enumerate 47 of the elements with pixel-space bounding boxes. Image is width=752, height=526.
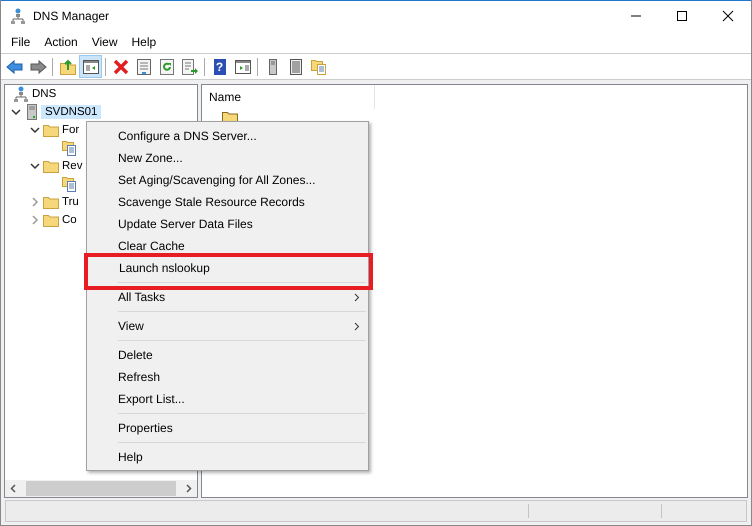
menu-item[interactable]: Delete: [87, 344, 368, 366]
zone-icon: [62, 176, 78, 192]
menu-bar-item[interactable]: Action: [37, 35, 85, 49]
app-icon: [11, 8, 25, 24]
action-pane-icon: [234, 58, 252, 76]
column-header[interactable]: Name: [209, 90, 242, 104]
menu-bar-item[interactable]: View: [84, 35, 124, 49]
menu-item[interactable]: Export List...: [87, 388, 368, 410]
server-icon: [27, 104, 37, 120]
horizontal-scrollbar[interactable]: [5, 480, 197, 497]
tree-item[interactable]: Tru: [60, 195, 81, 209]
menu-bar-item[interactable]: Help: [124, 35, 164, 49]
menu-item[interactable]: Scavenge Stale Resource Records: [87, 191, 368, 213]
menu-item[interactable]: Help: [87, 446, 368, 468]
menu-item[interactable]: New Zone...: [87, 147, 368, 169]
forward-arrow-icon: [28, 58, 46, 76]
folder-icon: [43, 159, 59, 173]
toolbar-button[interactable]: [79, 55, 102, 78]
properties-icon: [134, 58, 152, 76]
folder-icon: [43, 213, 59, 227]
refresh-icon: [158, 58, 176, 76]
menu-item[interactable]: Clear Cache: [87, 235, 368, 257]
tree-item[interactable]: For: [60, 123, 82, 137]
folder-icon: [43, 123, 59, 137]
menu-item[interactable]: Set Aging/Scavenging for All Zones...: [87, 169, 368, 191]
window-title: DNS Manager: [33, 9, 110, 23]
menu-bar-item[interactable]: File: [4, 35, 38, 49]
menu-item[interactable]: Configure a DNS Server...: [87, 125, 368, 147]
zone-icon: [62, 140, 78, 156]
folder-up-icon: [58, 58, 76, 76]
tree-item[interactable]: SVDNS01: [41, 105, 102, 119]
tree-item[interactable]: Rev: [60, 159, 84, 173]
menu-item[interactable]: All Tasks: [87, 286, 368, 308]
menu-item[interactable]: View: [87, 315, 368, 337]
menu-item[interactable]: Update Server Data Files: [87, 213, 368, 235]
help-button[interactable]: ?: [208, 55, 231, 78]
zone-folders-icon: [310, 58, 328, 76]
delete-x-icon: [112, 58, 130, 76]
folder-icon: [43, 195, 59, 209]
tree-item[interactable]: Co: [60, 213, 79, 227]
export-list-icon: [180, 58, 198, 76]
menu-item[interactable]: Refresh: [87, 366, 368, 388]
back-arrow-icon: [6, 58, 24, 76]
menu-item[interactable]: Properties: [87, 417, 368, 439]
console-tree-icon: [82, 58, 100, 76]
tree-item[interactable]: DNS: [30, 87, 58, 101]
menu-item[interactable]: Launch nslookup: [91, 257, 369, 279]
